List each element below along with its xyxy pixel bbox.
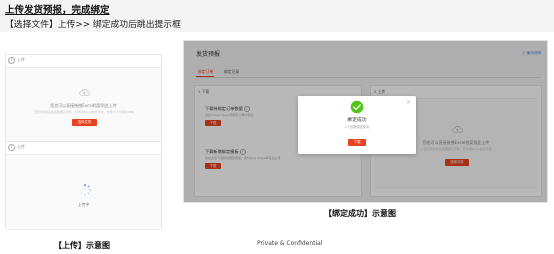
- right-caption: 【绑定成功】示意图: [324, 209, 396, 218]
- bind-success-screen: 发货预报 ⓘ 使用说明 绑定订单 绑定记录 1 下载 下载待绑定订单数据? 请在…: [183, 40, 548, 203]
- footer-text: Private & Confidential: [257, 240, 323, 247]
- step-number: 1: [8, 57, 15, 64]
- step-number: 1: [8, 144, 15, 151]
- dialog-title: 绑定成功: [347, 118, 367, 123]
- bind-success-dialog: × 绑定成功 1个包裹绑定成功 下载: [298, 96, 416, 154]
- uploading-step-header: 1 上传: [8, 144, 25, 151]
- dropzone-hint: 上传文件前请先选择绑定文件，仅支持Excel格式文档，文件大小不超过2MB: [32, 110, 135, 114]
- uploading-panel: 1 上传 上传中: [5, 141, 162, 230]
- close-icon[interactable]: ×: [406, 100, 411, 106]
- select-file-button[interactable]: 选择文件: [72, 119, 97, 126]
- upload-panel: 1 上传 您也可以直接拖拽Excel档案到此上传 上传文件前请先选择绑定文件，仅支…: [5, 54, 162, 143]
- upload-step-header: 1 上传: [8, 57, 25, 64]
- step-label: 上传: [17, 57, 25, 62]
- cloud-upload-icon: [79, 89, 90, 96]
- document-subtitle: 【选择文件】上传>> 绑定成功后跳出提示框: [5, 20, 181, 30]
- document-header: 上传发货预报，完成绑定 【选择文件】上传>> 绑定成功后跳出提示框: [0, 0, 554, 32]
- document-title: 上传发货预报，完成绑定: [5, 5, 110, 16]
- dialog-download-button[interactable]: 下载: [348, 139, 366, 146]
- dropzone-text: 您也可以直接拖拽Excel档案到此上传: [50, 103, 117, 108]
- step-label: 上传: [17, 144, 25, 149]
- loading-spinner-icon: [79, 184, 91, 196]
- uploading-status: 上传中: [77, 202, 90, 207]
- dialog-subtitle: 1个包裹绑定成功: [344, 125, 370, 129]
- success-check-icon: [350, 100, 364, 114]
- uploading-area: 上传中: [6, 154, 161, 230]
- left-caption: 【上传】示意图: [54, 241, 110, 250]
- upload-dropzone[interactable]: 您也可以直接拖拽Excel档案到此上传 上传文件前请先选择绑定文件，仅支持Exc…: [6, 67, 161, 143]
